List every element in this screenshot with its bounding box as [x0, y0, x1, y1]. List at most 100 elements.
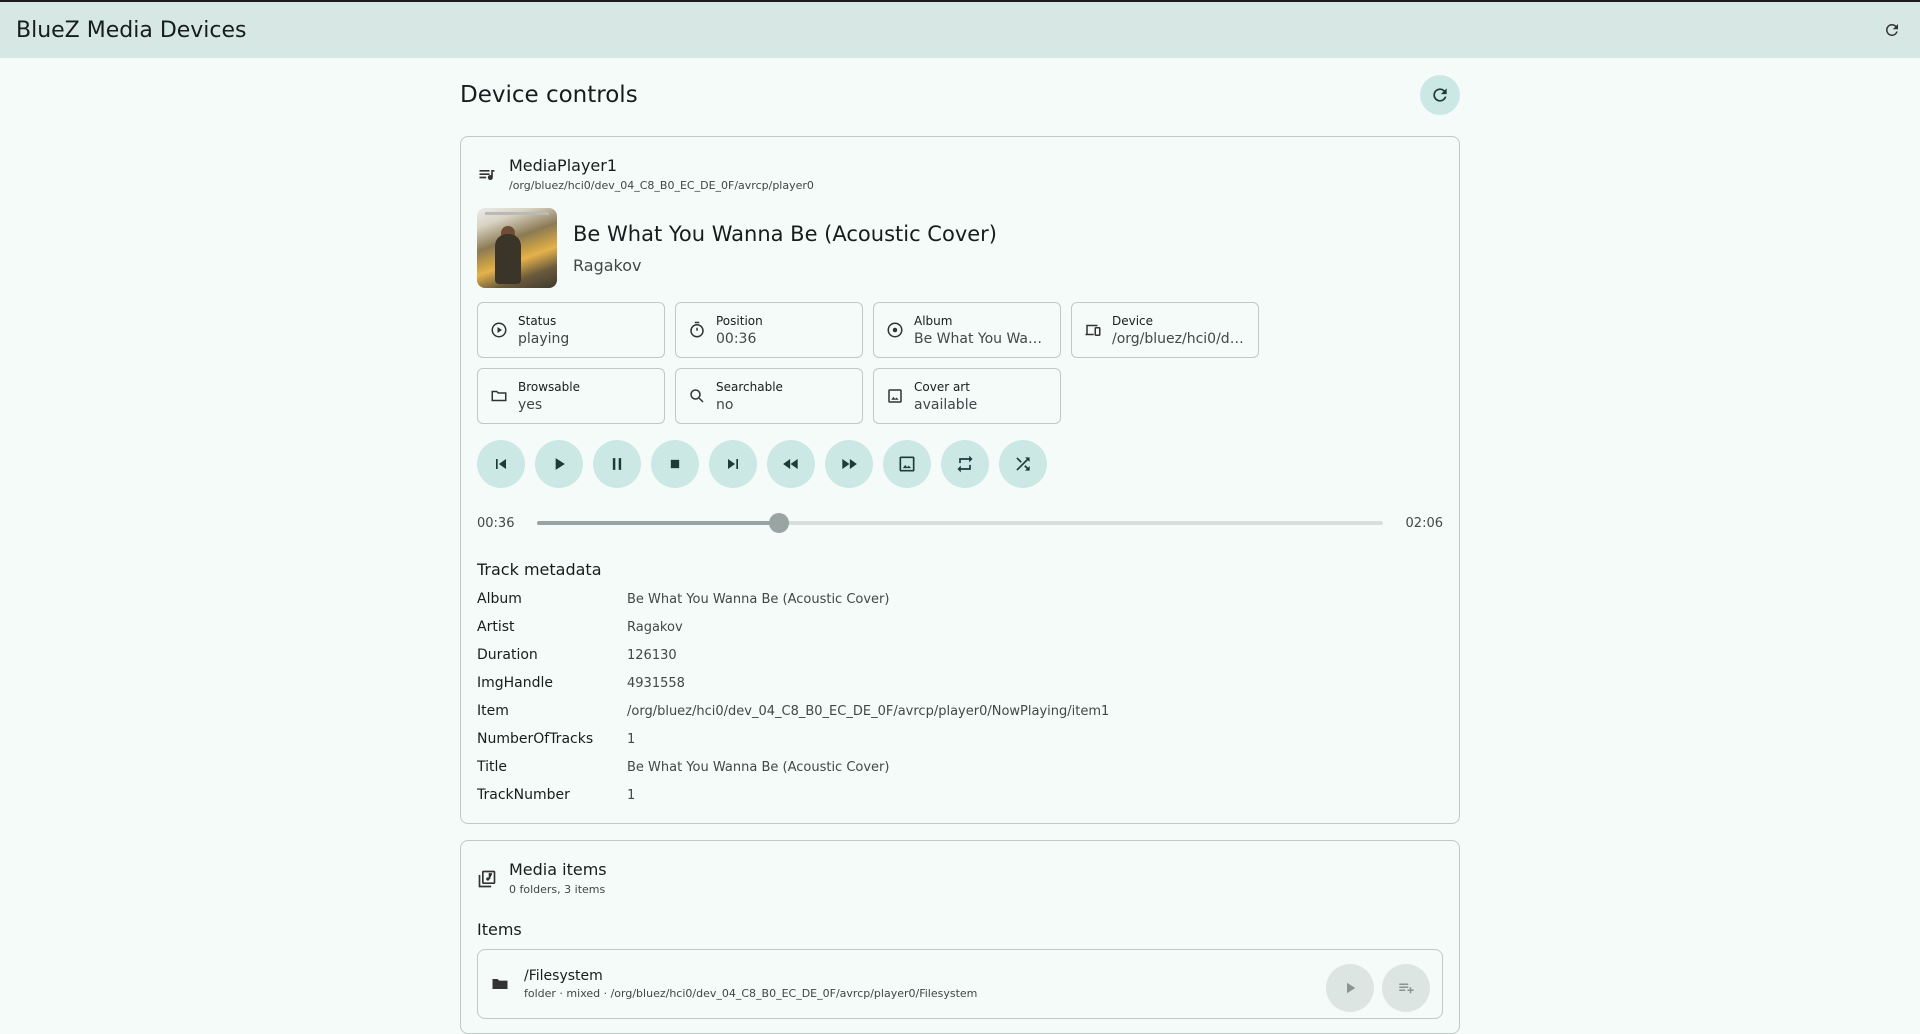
- metadata-key: Duration: [477, 647, 538, 663]
- item-name: /Filesystem: [524, 968, 603, 984]
- player-path: /org/bluez/hci0/dev_04_C8_B0_EC_DE_0F/av…: [509, 179, 814, 192]
- metadata-row: Artist Ragakov: [477, 613, 1443, 641]
- player-header: MediaPlayer1 /org/bluez/hci0/dev_04_C8_B…: [477, 153, 1443, 192]
- rewind-button[interactable]: [767, 440, 815, 488]
- metadata-value: Be What You Wanna Be (Acoustic Cover): [627, 759, 890, 775]
- metadata-row: NumberOfTracks 1: [477, 725, 1443, 753]
- metadata-value: 4931558: [627, 675, 685, 691]
- chip-label: Cover art: [914, 379, 970, 394]
- media-items-header: Media items 0 folders, 3 items: [477, 857, 1443, 896]
- item-details: folder · mixed · /org/bluez/hci0/dev_04_…: [524, 987, 978, 1000]
- album-icon: [887, 322, 903, 338]
- now-playing: Be What You Wanna Be (Acoustic Cover) Ra…: [477, 208, 1443, 288]
- seek-slider[interactable]: [537, 513, 1383, 533]
- media-items-card: Media items 0 folders, 3 items Items /Fi…: [460, 840, 1460, 1034]
- queue-music-icon: [479, 170, 495, 180]
- seek-slider-fill: [537, 521, 779, 525]
- search-icon: [690, 389, 704, 403]
- metadata-row: Title Be What You Wanna Be (Acoustic Cove…: [477, 753, 1443, 781]
- stop-icon: [670, 459, 680, 469]
- previous-button[interactable]: [477, 440, 525, 488]
- chip-label: Searchable: [716, 379, 783, 394]
- cover-art: [477, 208, 557, 288]
- media-player-card: MediaPlayer1 /org/bluez/hci0/dev_04_C8_B…: [460, 136, 1460, 824]
- page-header: Device controls: [460, 58, 1460, 126]
- metadata-value: 126130: [627, 647, 677, 663]
- metadata-key: NumberOfTracks: [477, 731, 594, 747]
- add-to-queue-button[interactable]: [1382, 964, 1430, 1012]
- chip-label: Device: [1112, 313, 1154, 328]
- repeat-icon: [957, 455, 973, 473]
- image-icon: [899, 456, 915, 472]
- playlist-add-icon: [1399, 983, 1414, 994]
- next-button[interactable]: [709, 440, 757, 488]
- timer-icon: [690, 321, 704, 338]
- media-items-count: 0 folders, 3 items: [509, 883, 606, 896]
- rewind-icon: [783, 459, 798, 469]
- chip-value: no: [716, 396, 734, 413]
- main-content: Device controls MediaPlayer1 /org/bluez/…: [460, 58, 1460, 1034]
- cover-art-chip: Cover art available: [873, 368, 1061, 424]
- item-actions: [1326, 964, 1430, 1012]
- metadata-title: Track metadata: [477, 560, 602, 579]
- metadata-key: Title: [477, 759, 508, 775]
- app-title: BlueZ Media Devices: [16, 17, 247, 43]
- metadata-row: Item/org/bluez/hci0/dev_04_C8_B0_EC_DE_0…: [477, 697, 1443, 725]
- play-circle-icon: [491, 322, 507, 338]
- play-item-button[interactable]: [1326, 964, 1374, 1012]
- page-title: Device controls: [460, 82, 638, 108]
- fast-forward-icon: [842, 459, 857, 469]
- metadata-key: TrackNumber: [477, 787, 570, 803]
- folder-icon: [491, 390, 507, 402]
- shuffle-button[interactable]: [999, 440, 1047, 488]
- items-heading: Items: [477, 920, 522, 939]
- metadata-key: ImgHandle: [477, 675, 554, 691]
- pause-button[interactable]: [593, 440, 641, 488]
- player-name: MediaPlayer1: [509, 156, 618, 175]
- play-button[interactable]: [535, 440, 583, 488]
- player-properties: Status playing Position 00:36 Album Be What…: [477, 302, 1297, 424]
- metadata-key: Item: [477, 703, 509, 719]
- metadata-value: Be What You Wanna Be (Acoustic Cover): [627, 591, 890, 607]
- refresh-icon[interactable]: [1880, 18, 1904, 42]
- track-artist: Ragakov: [573, 255, 642, 275]
- folder-icon: [492, 979, 508, 989]
- metadata-key: Album: [477, 591, 522, 607]
- metadata-key: Artist: [477, 619, 515, 635]
- metadata-table: Album Be What You Wanna Be (Acoustic Cove…: [477, 585, 1443, 809]
- chip-value: /org/bluez/hci0/dev_04_C8_B0_EC_DE_0F: [1112, 330, 1246, 347]
- pause-icon: [612, 458, 622, 470]
- chip-value: Be What You Wanna Be (Acoustic Cover): [914, 330, 1048, 347]
- stop-button[interactable]: [651, 440, 699, 488]
- shuffle-icon: [1016, 457, 1030, 471]
- track-duration: 02:06: [1405, 515, 1443, 531]
- play-icon: [1347, 982, 1356, 994]
- fast-forward-button[interactable]: [825, 440, 873, 488]
- cover-art-button[interactable]: [883, 440, 931, 488]
- status-chip: Status playing: [477, 302, 665, 358]
- seek-slider-handle[interactable]: [768, 513, 789, 533]
- metadata-row: Duration 126130: [477, 641, 1443, 669]
- chip-label: Browsable: [518, 379, 580, 394]
- library-music-icon: [478, 870, 496, 888]
- reload-button[interactable]: [1420, 75, 1460, 115]
- chip-label: Status: [518, 313, 557, 328]
- skip-previous-icon: [496, 459, 506, 469]
- metadata-value: Ragakov: [627, 619, 683, 635]
- metadata-value: 1: [627, 787, 636, 803]
- refresh-icon: [1433, 88, 1447, 102]
- browsable-chip: Browsable yes: [477, 368, 665, 424]
- list-item[interactable]: /Filesystem folder · mixed · /org/bluez/…: [477, 949, 1443, 1019]
- top-app-bar: BlueZ Media Devices: [0, 0, 1920, 58]
- chip-value: 00:36: [716, 330, 757, 347]
- playback-controls: [477, 440, 1443, 488]
- image-icon: [888, 389, 902, 403]
- chip-value: available: [914, 396, 978, 413]
- chip-value: yes: [518, 396, 543, 413]
- repeat-button[interactable]: [941, 440, 989, 488]
- metadata-row: Album Be What You Wanna Be (Acoustic Cove…: [477, 585, 1443, 613]
- album-chip: Album Be What You Wanna Be (Acoustic Cove…: [873, 302, 1061, 358]
- metadata-value: 1: [627, 731, 636, 747]
- current-position: 00:36: [477, 515, 515, 531]
- metadata-row: ImgHandle 4931558: [477, 669, 1443, 697]
